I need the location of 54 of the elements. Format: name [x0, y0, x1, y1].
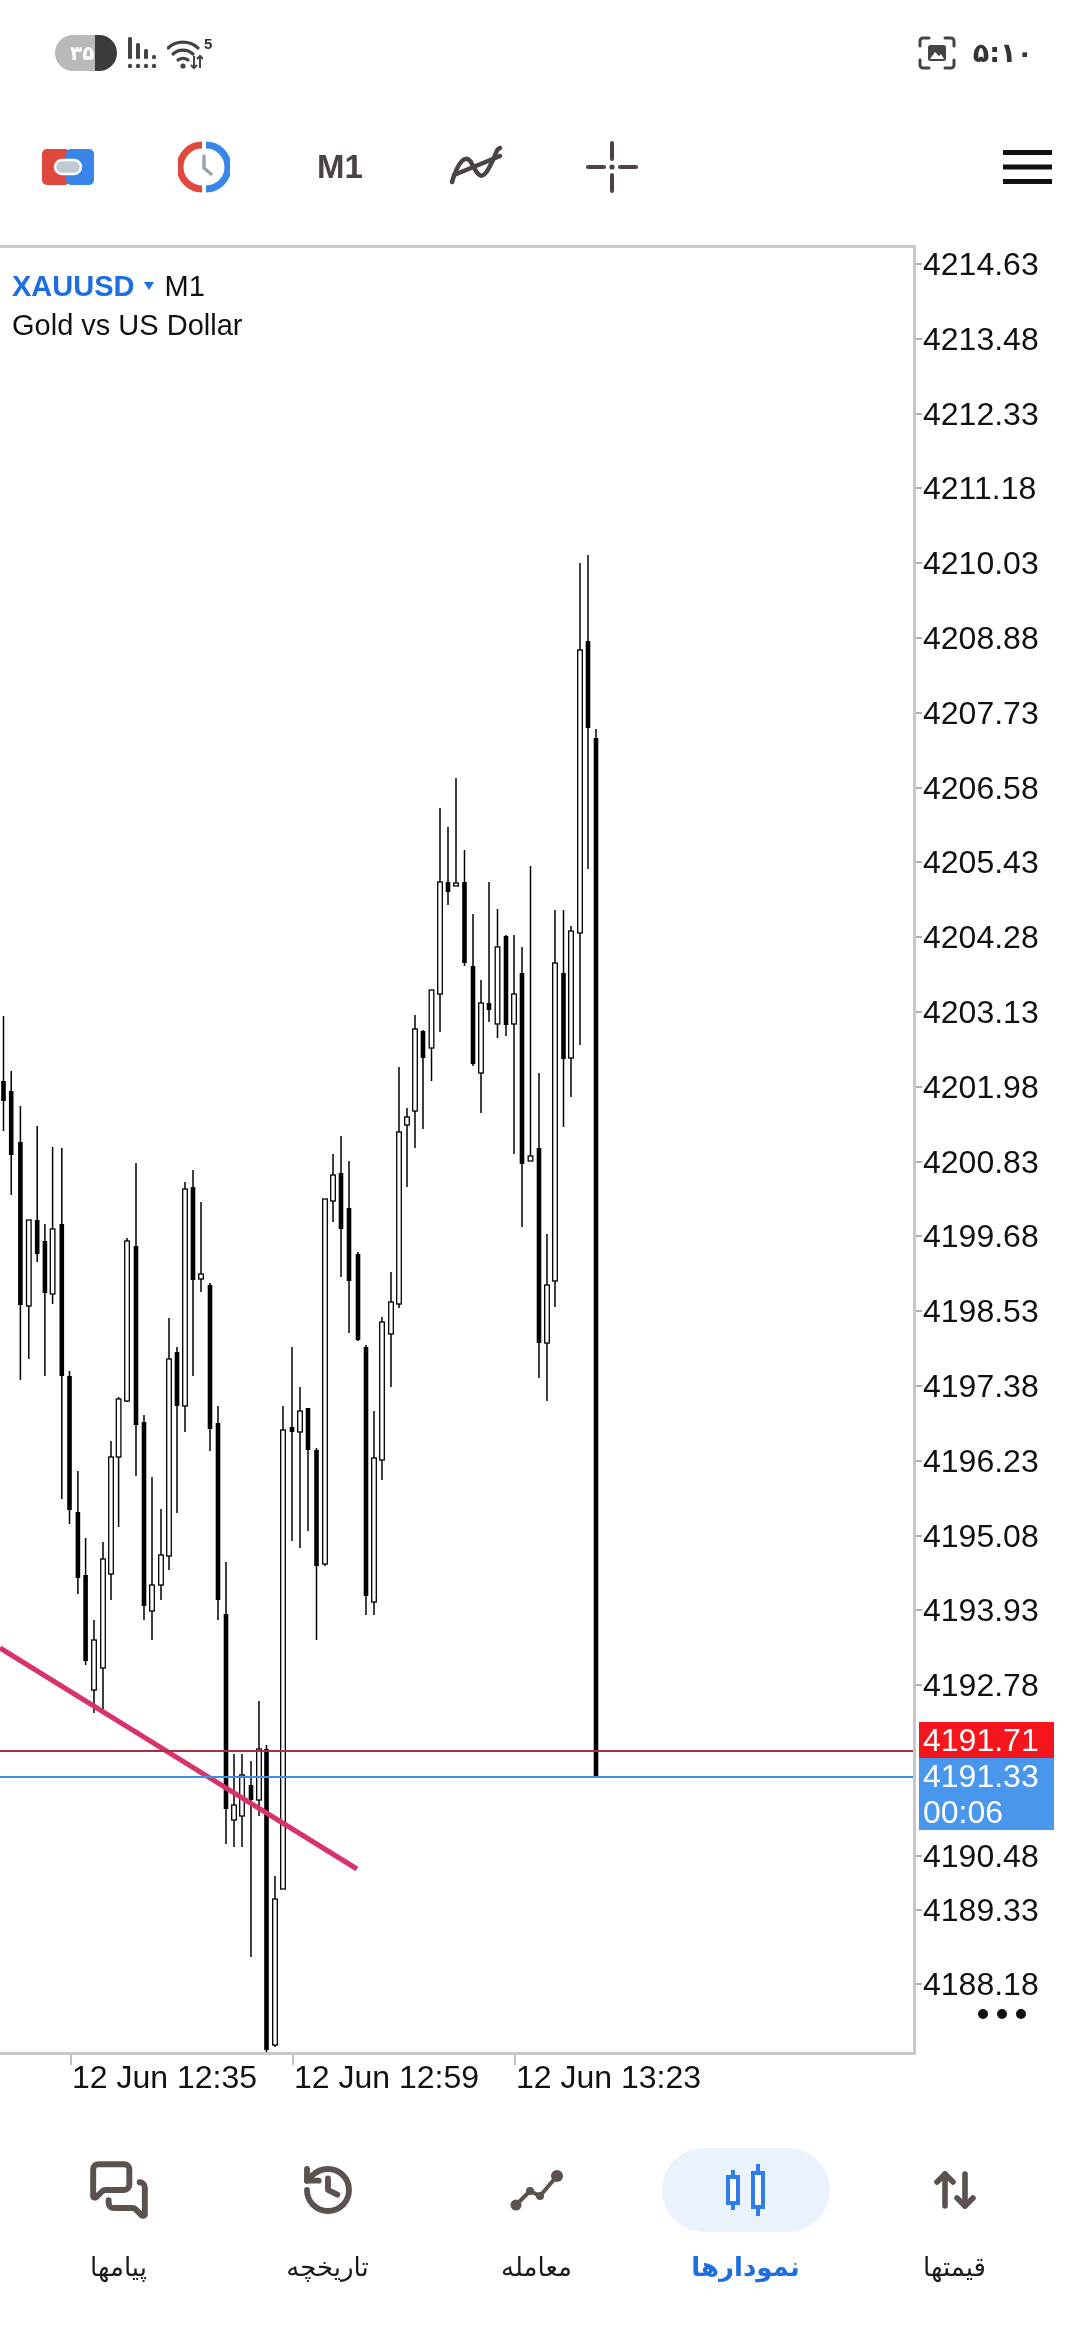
price-scale-label: 4214.63	[923, 245, 1039, 283]
price-scale-label: 4190.48	[923, 1836, 1039, 1875]
signal-icon	[127, 36, 157, 70]
timeframe-button[interactable]: M1	[317, 148, 363, 186]
chart-timeframe: M1	[164, 269, 205, 304]
price-scale-label: 4199.68	[923, 1217, 1039, 1256]
chat-bubbles-icon	[87, 2159, 150, 2221]
line-chart-icon	[509, 2169, 564, 2211]
price-scale-label: 4188.18	[923, 1965, 1039, 2004]
price-scale-label: 4200.83	[923, 1142, 1039, 1181]
price-scale-label: 4204.28	[923, 918, 1039, 957]
price-scale-label: 4203.13	[923, 992, 1039, 1031]
network-type-label: 5	[204, 36, 213, 51]
price-scale-label: 4189.33	[923, 1890, 1039, 1929]
time-scale-label: 12 Jun 13:23	[516, 2058, 702, 2096]
price-scale-label: 4195.08	[923, 1516, 1039, 1555]
price-scale-label: 4193.93	[923, 1591, 1039, 1630]
nav-tab[interactable]: قیمتها	[870, 2148, 1039, 2285]
price-scale-label: 4197.38	[923, 1366, 1039, 1405]
nav-tab[interactable]: تاریخچه	[243, 2148, 412, 2285]
time-scale-label: 12 Jun 12:35	[72, 2058, 258, 2096]
status-time: ۵:۱۰	[972, 36, 1033, 70]
price-scale-label: 4201.98	[923, 1067, 1039, 1106]
caret-icon[interactable]	[144, 282, 155, 290]
split-tile-icon[interactable]	[42, 149, 94, 185]
price-scale-label: 4206.58	[923, 768, 1039, 807]
price-scale-label: 4208.88	[923, 619, 1039, 657]
bullish-candle	[330, 1153, 336, 1223]
candlestick-icon	[725, 2164, 766, 2216]
price-scale-label: 4212.33	[923, 394, 1039, 433]
more-icon[interactable]	[978, 2009, 1026, 2020]
time-scale-label: 12 Jun 12:59	[294, 2058, 480, 2096]
price-scale-label: 4192.78	[923, 1666, 1039, 1705]
bid-price: 4191.33	[923, 1758, 1040, 1794]
price-scale-label: 4198.53	[923, 1292, 1039, 1331]
clock-icon[interactable]	[178, 141, 230, 193]
trend-line[interactable]	[0, 1645, 359, 1872]
screenshot-icon	[917, 36, 956, 70]
menu-icon[interactable]	[1003, 150, 1052, 184]
price-scale-label: 4207.73	[923, 693, 1039, 732]
price-scale-label: 4205.43	[923, 843, 1039, 882]
price-scale-label: 4211.18	[923, 469, 1037, 508]
battery-indicator: ۳۵	[55, 35, 117, 71]
crosshair-icon[interactable]	[586, 141, 638, 193]
ask-price-tag: 4191.71	[919, 1722, 1054, 1758]
symbol-name[interactable]: XAUUSD	[12, 268, 135, 304]
bar-timer: 00:06	[923, 1794, 1005, 1830]
nav-tab[interactable]: پیامها	[34, 2148, 203, 2285]
nav-tab[interactable]: نمودارها	[661, 2148, 830, 2285]
price-scale-label: 4213.48	[923, 319, 1039, 358]
price-scale-label: 4210.03	[923, 544, 1039, 583]
symbol-description: Gold vs US Dollar	[12, 308, 243, 343]
price-scale-label: 4196.23	[923, 1441, 1039, 1480]
nav-tab[interactable]: معامله	[452, 2148, 621, 2285]
